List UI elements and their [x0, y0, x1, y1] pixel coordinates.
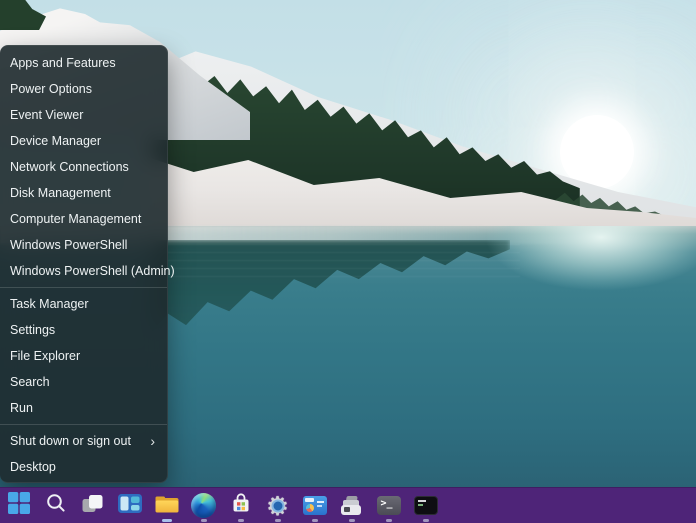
winx-menu: Apps and Features Power Options Event Vi… — [0, 45, 168, 483]
menu-item-windows-powershell-admin[interactable]: Windows PowerShell (Admin) — [0, 258, 167, 284]
running-indicator — [386, 519, 392, 522]
menu-item-label: Windows PowerShell — [10, 232, 127, 258]
system-app-icon — [303, 496, 327, 515]
menu-item-file-explorer[interactable]: File Explorer — [0, 343, 167, 369]
menu-item-label: Device Manager — [10, 128, 101, 154]
powershell-icon: >_ — [377, 496, 401, 515]
running-indicator — [349, 519, 355, 522]
menu-item-shut-down-or-sign-out[interactable]: Shut down or sign out › — [0, 428, 167, 454]
menu-item-apps-and-features[interactable]: Apps and Features — [0, 50, 167, 76]
menu-separator — [0, 424, 167, 425]
running-indicator — [312, 519, 318, 522]
running-indicator — [201, 519, 207, 522]
sun — [560, 115, 634, 189]
settings-gear-icon: ⚙ — [264, 492, 292, 520]
taskbar-powershell-button[interactable]: >_ — [370, 488, 407, 523]
running-indicator — [275, 519, 281, 522]
menu-item-task-manager[interactable]: Task Manager — [0, 291, 167, 317]
menu-item-settings[interactable]: Settings — [0, 317, 167, 343]
search-icon — [45, 492, 67, 519]
menu-item-label: Task Manager — [10, 291, 89, 317]
menu-item-label: Settings — [10, 317, 55, 343]
menu-item-label: Search — [10, 369, 50, 395]
menu-item-label: Network Connections — [10, 154, 129, 180]
utility-app-icon — [339, 495, 365, 517]
widgets-icon — [118, 494, 142, 518]
file-explorer-icon — [154, 493, 180, 519]
taskbar-task-view-button[interactable] — [74, 488, 111, 523]
running-indicator — [423, 519, 429, 522]
menu-item-label: Windows PowerShell (Admin) — [10, 258, 175, 284]
taskbar-widgets-button[interactable] — [111, 488, 148, 523]
menu-item-search[interactable]: Search — [0, 369, 167, 395]
task-view-icon — [81, 492, 104, 520]
menu-item-disk-management[interactable]: Disk Management — [0, 180, 167, 206]
taskbar-store-button[interactable] — [222, 488, 259, 523]
command-prompt-icon — [414, 496, 438, 515]
taskbar-settings-button[interactable]: ⚙ — [259, 488, 296, 523]
running-indicator — [238, 519, 244, 522]
menu-item-label: Apps and Features — [10, 50, 116, 76]
menu-item-label: Computer Management — [10, 206, 141, 232]
menu-item-label: File Explorer — [10, 343, 80, 369]
menu-item-windows-powershell[interactable]: Windows PowerShell — [0, 232, 167, 258]
taskbar-file-explorer-button[interactable] — [148, 488, 185, 523]
menu-item-power-options[interactable]: Power Options — [0, 76, 167, 102]
desktop: Apps and Features Power Options Event Vi… — [0, 0, 696, 523]
edge-icon — [191, 493, 216, 518]
running-indicator — [162, 519, 172, 522]
start-icon — [7, 491, 31, 520]
menu-item-label: Power Options — [10, 76, 92, 102]
menu-item-label: Run — [10, 395, 33, 421]
taskbar-utility-app-button[interactable] — [333, 488, 370, 523]
menu-item-device-manager[interactable]: Device Manager — [0, 128, 167, 154]
menu-item-event-viewer[interactable]: Event Viewer — [0, 102, 167, 128]
menu-separator — [0, 287, 167, 288]
gear-center — [271, 499, 284, 512]
taskbar-edge-button[interactable] — [185, 488, 222, 523]
taskbar-search-button[interactable] — [37, 488, 74, 523]
taskbar-system-app-button[interactable] — [296, 488, 333, 523]
menu-item-label: Desktop — [10, 454, 56, 480]
corner-trees — [0, 0, 46, 30]
menu-item-label: Shut down or sign out — [10, 428, 131, 454]
store-icon — [229, 491, 253, 520]
taskbar-start-button[interactable] — [0, 488, 37, 523]
menu-item-network-connections[interactable]: Network Connections — [0, 154, 167, 180]
menu-item-label: Event Viewer — [10, 102, 83, 128]
menu-item-run[interactable]: Run — [0, 395, 167, 421]
menu-item-computer-management[interactable]: Computer Management — [0, 206, 167, 232]
submenu-chevron-icon: › — [150, 428, 155, 454]
taskbar-command-prompt-button[interactable] — [407, 488, 444, 523]
taskbar: ⚙ >_ — [0, 487, 696, 523]
menu-item-desktop[interactable]: Desktop — [0, 454, 167, 480]
menu-item-label: Disk Management — [10, 180, 111, 206]
